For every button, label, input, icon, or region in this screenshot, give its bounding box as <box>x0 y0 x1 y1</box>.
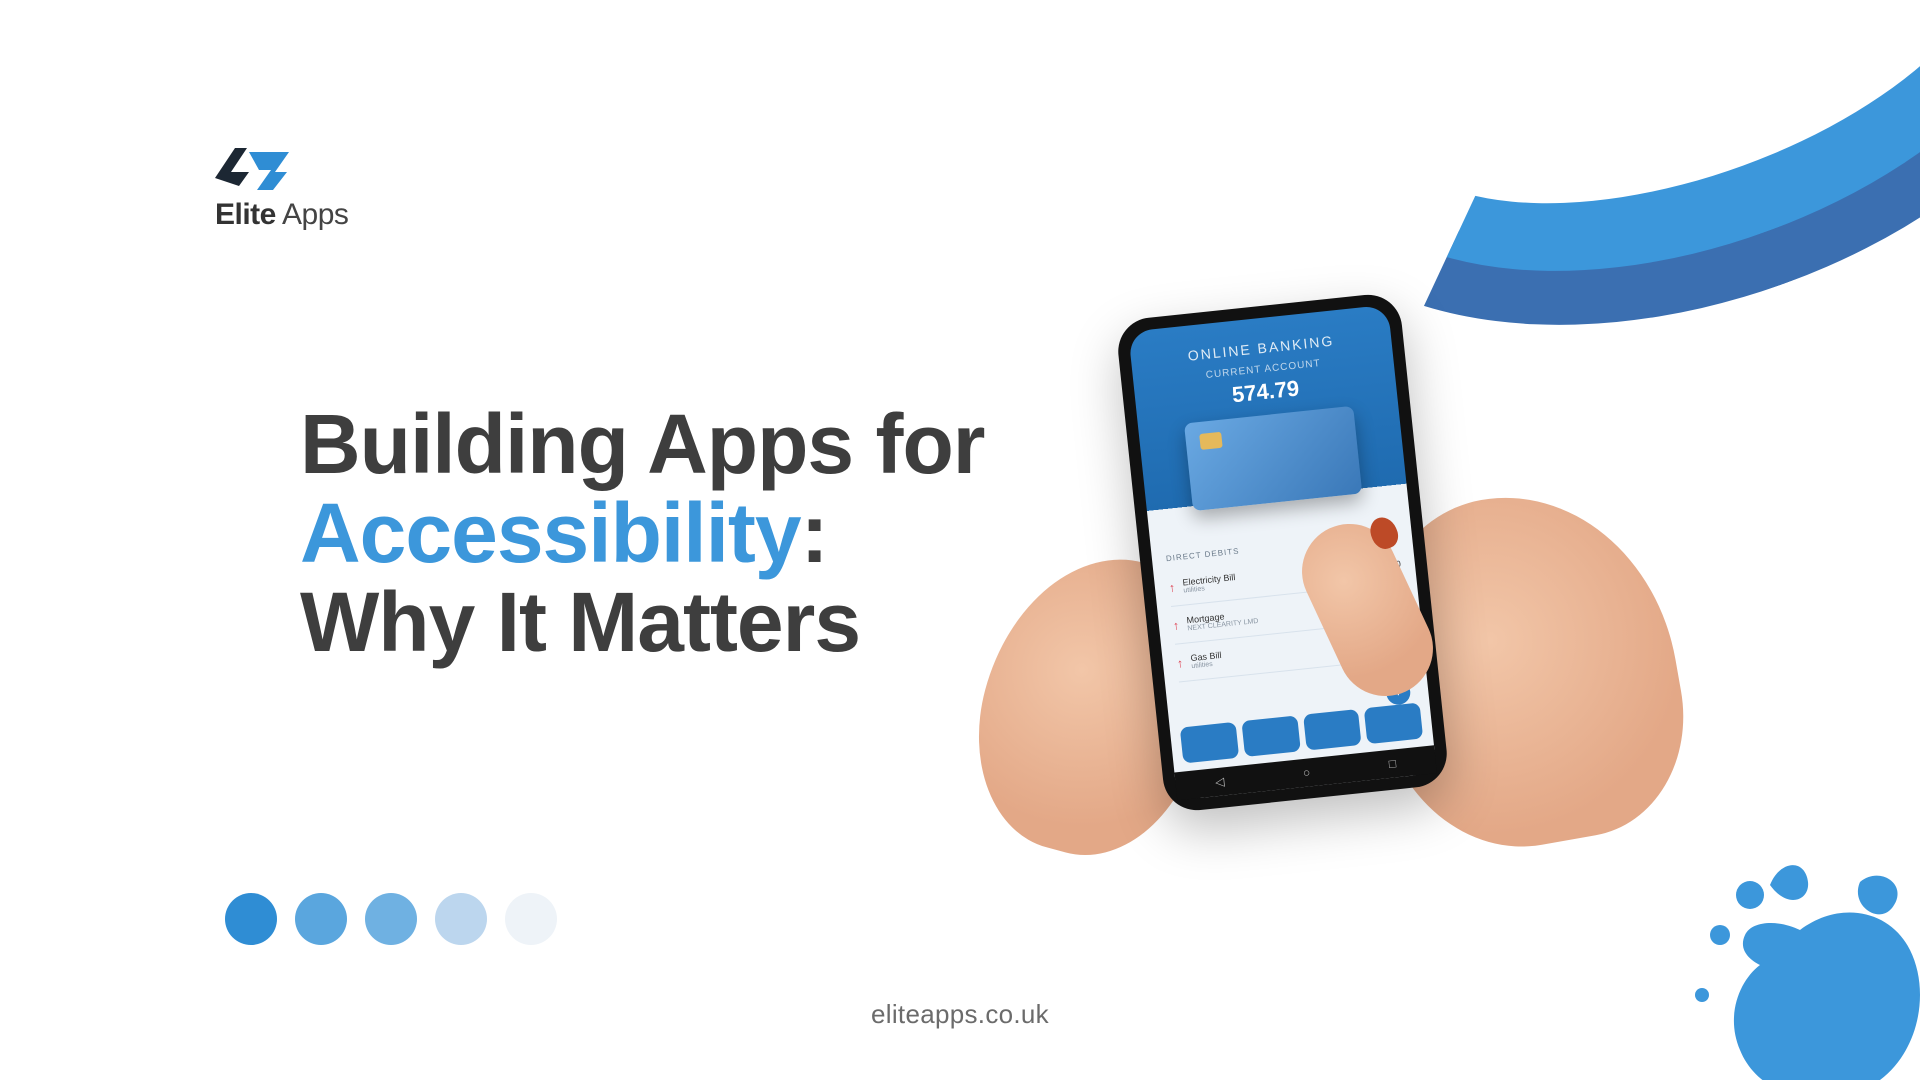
nav-recent-icon: □ <box>1388 756 1397 771</box>
brand-name-light: Apps <box>276 198 349 231</box>
footer-url: eliteapps.co.uk <box>871 999 1049 1030</box>
phone-tab <box>1180 722 1239 764</box>
phone-tab <box>1303 709 1362 751</box>
headline-colon: : <box>801 486 828 580</box>
indicator-dot <box>295 893 347 945</box>
arrow-up-icon: ↑ <box>1176 656 1183 671</box>
brand-logo-text: Elite Apps <box>215 198 348 232</box>
phone-screen-header: ONLINE BANKING CURRENT ACCOUNT 574.79 <box>1128 305 1408 526</box>
headline-line1: Building Apps for <box>300 397 984 491</box>
corner-swoosh <box>1240 0 1920 300</box>
nav-home-icon: ○ <box>1302 765 1311 780</box>
nav-back-icon: ◁ <box>1214 774 1225 789</box>
arrow-up-icon: ↑ <box>1172 618 1179 633</box>
phone-tab <box>1241 715 1300 757</box>
phone-device: ONLINE BANKING CURRENT ACCOUNT 574.79 DI… <box>1115 291 1450 813</box>
phone-tab <box>1364 703 1423 745</box>
arrow-up-icon: ↑ <box>1168 580 1175 595</box>
phone-card-graphic <box>1183 406 1361 511</box>
headline-line3: Why It Matters <box>300 575 860 669</box>
headline: Building Apps for Accessibility: Why It … <box>300 400 984 667</box>
brand-logo-mark <box>215 148 289 190</box>
brand-logo: Elite Apps <box>215 148 348 232</box>
headline-accent: Accessibility <box>300 486 801 580</box>
indicator-dot <box>365 893 417 945</box>
indicator-dot <box>435 893 487 945</box>
indicator-dot <box>225 893 277 945</box>
slide: Elite Apps Building Apps for Accessibili… <box>0 0 1920 1080</box>
brand-name-bold: Elite <box>215 198 276 231</box>
corner-splat <box>1630 790 1920 1080</box>
indicator-dot <box>505 893 557 945</box>
hero-image: ONLINE BANKING CURRENT ACCOUNT 574.79 DI… <box>1005 305 1645 800</box>
page-indicator <box>225 893 557 945</box>
